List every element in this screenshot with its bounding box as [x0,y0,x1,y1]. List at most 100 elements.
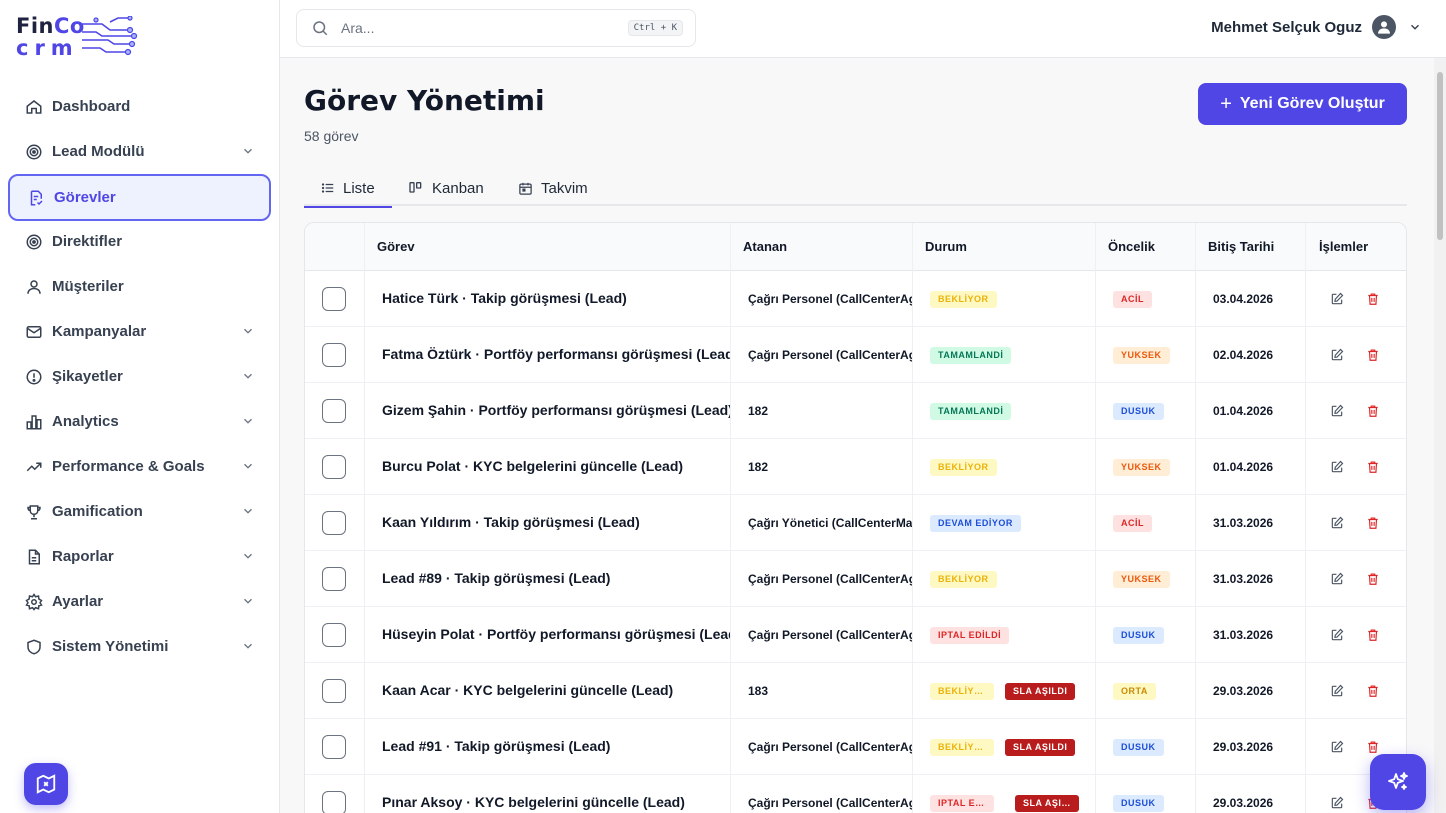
sidebar-item-label: Raporlar [52,548,114,565]
status-badge: IPTAL EDİLDİ [930,627,1010,644]
edit-icon[interactable] [1329,795,1345,811]
task-title[interactable]: Hüseyin Polat · Portföy performansı görü… [382,626,730,642]
row-checkbox[interactable] [322,343,346,367]
tab-takvim[interactable]: Takvim [518,170,588,206]
row-checkbox[interactable] [322,567,346,591]
map-icon [36,774,56,794]
task-title[interactable]: Pınar Aksoy · KYC belgelerini güncelle (… [382,794,730,810]
sidebar-item-label: Analytics [52,413,119,430]
sidebar-item-label: Lead Modülü [52,143,145,160]
task-title[interactable]: Burcu Polat · KYC belgelerini güncelle (… [382,458,730,474]
edit-icon[interactable] [1329,347,1345,363]
search-input[interactable] [341,20,601,36]
table-row[interactable]: Pınar Aksoy · KYC belgelerini güncelle (… [305,775,1406,813]
task-title[interactable]: Lead #89 · Takip görüşmesi (Lead) [382,570,730,586]
task-file-icon [26,188,46,208]
sidebar-item-kampanyalar[interactable]: Kampanyalar [8,309,271,354]
trash-icon[interactable] [1365,515,1381,531]
trash-icon[interactable] [1365,571,1381,587]
column-header-assignee[interactable]: Atanan [743,239,787,254]
sidebar-item-dashboard[interactable]: Dashboard [8,84,271,129]
sidebar-item-label: Sistem Yönetimi [52,638,169,655]
edit-icon[interactable] [1329,571,1345,587]
task-title[interactable]: Lead #91 · Takip görüşmesi (Lead) [382,738,730,754]
column-header-due-date[interactable]: Bitiş Tarihi [1208,239,1274,254]
edit-icon[interactable] [1329,403,1345,419]
task-assignee: Çağrı Personel (CallCenterAgent) [748,796,912,810]
search-box[interactable]: Ctrl + K [296,9,696,47]
row-checkbox[interactable] [322,511,346,535]
table-row[interactable]: Burcu Polat · KYC belgelerini güncelle (… [305,439,1406,495]
tab-kanban[interactable]: Kanban [408,170,484,206]
status-badge: BEKLİYOR [930,459,997,476]
column-header-priority[interactable]: Öncelik [1108,239,1155,254]
row-checkbox[interactable] [322,455,346,479]
priority-badge: ACİL [1113,291,1152,308]
tab-liste[interactable]: Liste [304,170,392,208]
row-checkbox[interactable] [322,791,346,813]
sidebar-item-ayarlar[interactable]: Ayarlar [8,579,271,624]
edit-icon[interactable] [1329,459,1345,475]
sidebar-item-gorevler[interactable]: Görevler [8,174,271,221]
sidebar-item-sistem-yonetimi[interactable]: Sistem Yönetimi [8,624,271,669]
new-task-button[interactable]: + Yeni Görev Oluştur [1198,83,1407,125]
sidebar-item-gamification[interactable]: Gamification [8,489,271,534]
row-checkbox[interactable] [322,679,346,703]
trash-icon[interactable] [1365,347,1381,363]
trash-icon[interactable] [1365,627,1381,643]
table-row[interactable]: Kaan Acar · KYC belgelerini güncelle (Le… [305,663,1406,719]
sidebar-item-lead-modulu[interactable]: Lead Modülü [8,129,271,174]
sidebar-item-performance-goals[interactable]: Performance & Goals [8,444,271,489]
trash-icon[interactable] [1365,739,1381,755]
row-checkbox[interactable] [322,287,346,311]
report-icon [24,547,44,567]
table-row[interactable]: Lead #89 · Takip görüşmesi (Lead) Çağrı P… [305,551,1406,607]
page-scrollbar[interactable] [1434,58,1446,813]
scrollbar-thumb[interactable] [1437,72,1443,240]
table-row[interactable]: Gizem Şahin · Portföy performansı görüşm… [305,383,1406,439]
search-shortcut-hint: Ctrl + K [627,20,683,36]
map-button[interactable] [24,763,68,805]
task-title[interactable]: Gizem Şahin · Portföy performansı görüşm… [382,402,730,418]
sidebar-item-direktifler[interactable]: Direktifler [8,219,271,264]
edit-icon[interactable] [1329,627,1345,643]
table-row[interactable]: Fatma Öztürk · Portföy performansı görüş… [305,327,1406,383]
table-row[interactable]: Kaan Yıldırım · Takip görüşmesi (Lead) Ça… [305,495,1406,551]
target-icon [24,142,44,162]
column-header-task[interactable]: Görev [377,239,415,254]
trash-icon[interactable] [1365,683,1381,699]
brand-logo[interactable]: FinCo crm [16,14,146,62]
target-icon [24,232,44,252]
edit-icon[interactable] [1329,291,1345,307]
row-checkbox[interactable] [322,735,346,759]
priority-badge: YUKSEK [1113,459,1170,476]
table-row[interactable]: Hüseyin Polat · Portföy performansı görü… [305,607,1406,663]
edit-icon[interactable] [1329,515,1345,531]
task-title[interactable]: Fatma Öztürk · Portföy performansı görüş… [382,346,730,362]
task-title[interactable]: Kaan Yıldırım · Takip görüşmesi (Lead) [382,514,730,530]
table-row[interactable]: Lead #91 · Takip görüşmesi (Lead) Çağrı P… [305,719,1406,775]
page-title: Görev Yönetimi [304,84,545,117]
row-checkbox[interactable] [322,623,346,647]
chevron-down-icon [1408,20,1422,34]
task-title[interactable]: Hatice Türk · Takip görüşmesi (Lead) [382,290,730,306]
trash-icon[interactable] [1365,459,1381,475]
sidebar-item-raporlar[interactable]: Raporlar [8,534,271,579]
sidebar-item-analytics[interactable]: Analytics [8,399,271,444]
user-menu[interactable]: Mehmet Selçuk Oguz [1211,15,1422,39]
edit-icon[interactable] [1329,683,1345,699]
sidebar-item-musteriler[interactable]: Müşteriler [8,264,271,309]
due-date: 29.03.2026 [1213,740,1274,754]
edit-icon[interactable] [1329,739,1345,755]
sidebar-item-sikayetler[interactable]: Şikayetler [8,354,271,399]
task-title[interactable]: Kaan Acar · KYC belgelerini güncelle (Le… [382,682,730,698]
row-checkbox[interactable] [322,399,346,423]
priority-badge: DUSUK [1113,739,1164,756]
trash-icon[interactable] [1365,291,1381,307]
sla-breach-badge: SLA AŞILDI [1005,739,1076,756]
table-row[interactable]: Hatice Türk · Takip görüşmesi (Lead) Çağr… [305,271,1406,327]
due-date: 31.03.2026 [1213,572,1274,586]
column-header-status[interactable]: Durum [925,239,967,254]
ai-assistant-button[interactable] [1370,754,1426,810]
trash-icon[interactable] [1365,403,1381,419]
